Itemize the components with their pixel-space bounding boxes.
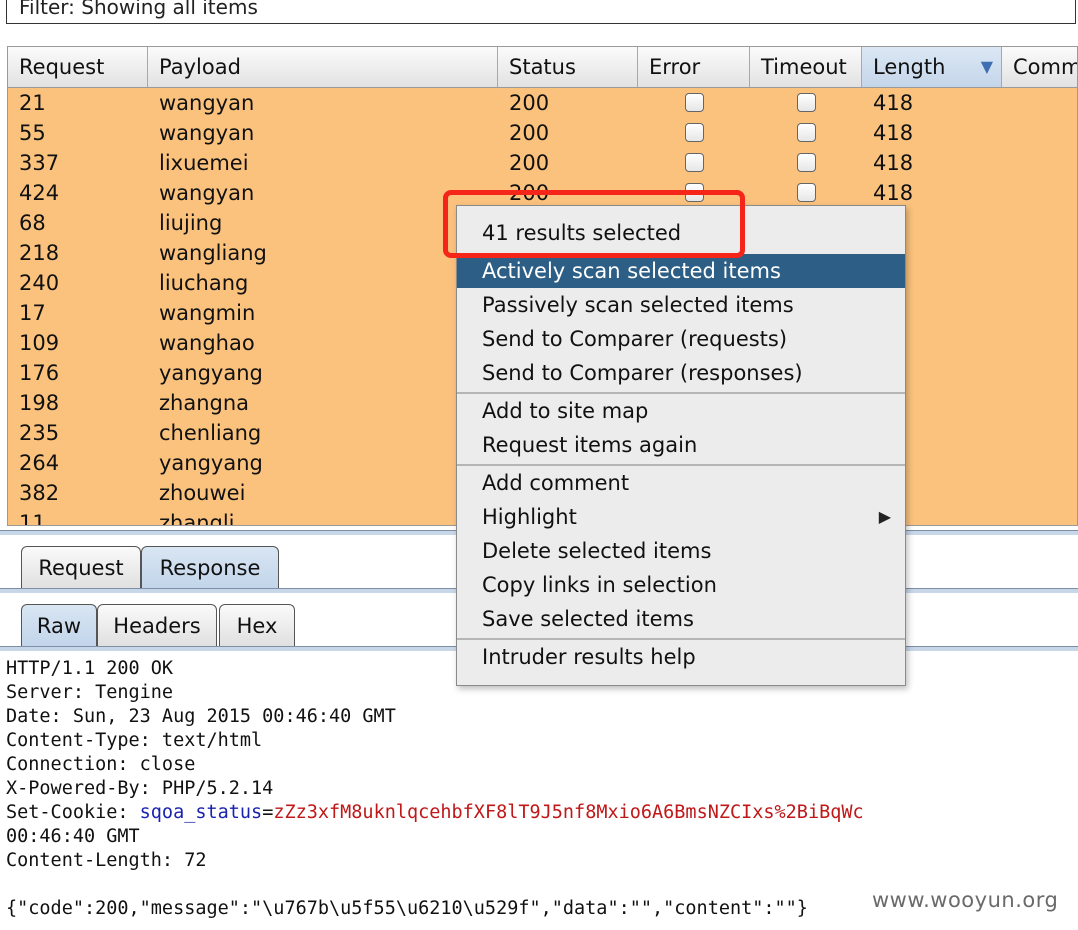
tab-raw[interactable]: Raw bbox=[21, 604, 97, 646]
resp-line: Content-Type: text/html bbox=[6, 730, 263, 751]
table-header: Request Payload Status Error Timeout Len… bbox=[8, 47, 1077, 88]
timeout-checkbox[interactable] bbox=[797, 123, 816, 142]
cell-length: 418 bbox=[873, 121, 914, 145]
cell-payload: wangliang bbox=[159, 241, 267, 265]
tab-response[interactable]: Response bbox=[141, 546, 279, 588]
tab-headers[interactable]: Headers bbox=[97, 604, 217, 646]
cookie-name: sqoa_status bbox=[139, 802, 263, 823]
cell-payload: liuchang bbox=[159, 271, 249, 295]
cell-length: 418 bbox=[873, 91, 914, 115]
cookie-prefix: Set-Cookie: bbox=[6, 802, 140, 823]
cell-request: 109 bbox=[19, 331, 60, 355]
cell-payload: zhangli bbox=[159, 511, 235, 526]
menu-item-help[interactable]: Intruder results help bbox=[457, 640, 905, 674]
cookie-value: zZz3xfM8uknlqcehbfXF8lT9J5nf8Mxio6A6BmsN… bbox=[273, 802, 864, 823]
cell-request: 55 bbox=[19, 121, 46, 145]
tab-request[interactable]: Request bbox=[21, 546, 141, 588]
timeout-checkbox[interactable] bbox=[797, 183, 816, 202]
cell-payload: chenliang bbox=[159, 421, 262, 445]
resp-line: Content-Length: 72 bbox=[6, 850, 207, 871]
cell-length: 418 bbox=[873, 151, 914, 175]
menu-item-save[interactable]: Save selected items bbox=[457, 602, 905, 636]
cookie-eq: = bbox=[262, 802, 274, 823]
cell-payload: zhouwei bbox=[159, 481, 246, 505]
resp-line: {"code":200,"message":"\u767b\u5f55\u621… bbox=[6, 898, 808, 919]
cell-status: 200 bbox=[509, 151, 550, 175]
timeout-checkbox[interactable] bbox=[797, 93, 816, 112]
error-checkbox[interactable] bbox=[685, 93, 704, 112]
filter-text: Filter: Showing all items bbox=[19, 0, 258, 19]
menu-item-add-comment[interactable]: Add comment bbox=[457, 466, 905, 500]
menu-item-passive-scan[interactable]: Passively scan selected items bbox=[457, 288, 905, 322]
menu-item-highlight-label: Highlight bbox=[482, 505, 577, 529]
cell-payload: yangyang bbox=[159, 451, 263, 475]
cell-request: 337 bbox=[19, 151, 60, 175]
cell-request: 218 bbox=[19, 241, 60, 265]
cell-request: 11 bbox=[19, 511, 46, 526]
col-error[interactable]: Error bbox=[638, 47, 750, 87]
menu-item-active-scan[interactable]: Actively scan selected items bbox=[457, 254, 905, 288]
col-request[interactable]: Request bbox=[8, 47, 148, 87]
cell-payload: wanghao bbox=[159, 331, 255, 355]
timeout-checkbox[interactable] bbox=[797, 153, 816, 172]
menu-item-highlight[interactable]: Highlight ▶ bbox=[457, 500, 905, 534]
response-body[interactable]: HTTP/1.1 200 OK Server: Tengine Date: Su… bbox=[6, 657, 864, 921]
cell-request: 240 bbox=[19, 271, 60, 295]
sort-descending-icon: ▼ bbox=[980, 57, 993, 76]
cell-payload: yangyang bbox=[159, 361, 263, 385]
col-timeout[interactable]: Timeout bbox=[750, 47, 862, 87]
cell-payload: wangyan bbox=[159, 121, 255, 145]
cell-payload: wangyan bbox=[159, 181, 255, 205]
cell-request: 176 bbox=[19, 361, 60, 385]
cell-request: 235 bbox=[19, 421, 60, 445]
resp-line: X-Powered-By: PHP/5.2.14 bbox=[6, 778, 274, 799]
watermark: www.wooyun.org bbox=[872, 888, 1059, 912]
cell-status: 200 bbox=[509, 121, 550, 145]
context-menu: 41 results selected Actively scan select… bbox=[456, 205, 906, 686]
error-checkbox[interactable] bbox=[685, 123, 704, 142]
highlight-callout bbox=[443, 190, 745, 258]
resp-line: HTTP/1.1 200 OK bbox=[6, 658, 174, 679]
table-row[interactable]: 55 wangyan 200 418 bbox=[8, 118, 1077, 148]
col-length-label: Length bbox=[873, 55, 946, 79]
cell-request: 21 bbox=[19, 91, 46, 115]
table-row[interactable]: 337 lixuemei 200 418 bbox=[8, 148, 1077, 178]
menu-item-request-again[interactable]: Request items again bbox=[457, 428, 905, 462]
col-comment[interactable]: Comm bbox=[1002, 47, 1077, 87]
cell-length: 418 bbox=[873, 181, 914, 205]
cell-request: 198 bbox=[19, 391, 60, 415]
resp-line: Connection: close bbox=[6, 754, 196, 775]
menu-item-comparer-responses[interactable]: Send to Comparer (responses) bbox=[457, 356, 905, 390]
menu-item-comparer-requests[interactable]: Send to Comparer (requests) bbox=[457, 322, 905, 356]
cell-request: 382 bbox=[19, 481, 60, 505]
cell-status: 200 bbox=[509, 91, 550, 115]
cell-request: 17 bbox=[19, 301, 46, 325]
error-checkbox[interactable] bbox=[685, 153, 704, 172]
cell-payload: lixuemei bbox=[159, 151, 249, 175]
cell-request: 424 bbox=[19, 181, 60, 205]
cell-request: 68 bbox=[19, 211, 46, 235]
col-status[interactable]: Status bbox=[498, 47, 638, 87]
menu-item-add-site-map[interactable]: Add to site map bbox=[457, 394, 905, 428]
cell-payload: wangyan bbox=[159, 91, 255, 115]
menu-item-copy-links[interactable]: Copy links in selection bbox=[457, 568, 905, 602]
cell-payload: wangmin bbox=[159, 301, 256, 325]
resp-line: 00:46:40 GMT bbox=[6, 826, 140, 847]
table-row[interactable]: 21 wangyan 200 418 bbox=[8, 88, 1077, 118]
filter-bar[interactable]: Filter: Showing all items bbox=[6, 0, 1076, 24]
cell-payload: liujing bbox=[159, 211, 223, 235]
cell-payload: zhangna bbox=[159, 391, 250, 415]
col-length[interactable]: Length ▼ bbox=[862, 47, 1002, 87]
resp-line: Server: Tengine bbox=[6, 682, 174, 703]
col-payload[interactable]: Payload bbox=[148, 47, 498, 87]
tab-hex[interactable]: Hex bbox=[219, 604, 295, 646]
menu-item-delete[interactable]: Delete selected items bbox=[457, 534, 905, 568]
submenu-arrow-icon: ▶ bbox=[878, 507, 891, 526]
resp-line: Date: Sun, 23 Aug 2015 00:46:40 GMT bbox=[6, 706, 396, 727]
cell-request: 264 bbox=[19, 451, 60, 475]
